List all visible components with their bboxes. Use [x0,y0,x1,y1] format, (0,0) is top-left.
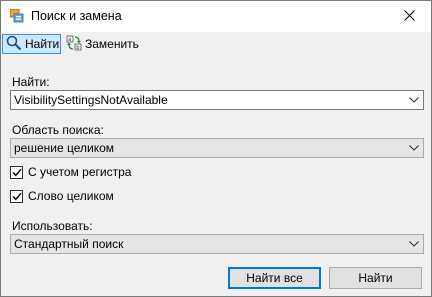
title-bar: Поиск и замена [1,1,431,32]
whole-word-checkbox[interactable] [10,189,23,203]
match-case-checkbox[interactable] [10,165,23,179]
chevron-down-icon[interactable] [405,139,423,157]
use-value: Стандартный поиск [14,237,124,251]
replace-mode-button[interactable]: a b Заменить [63,34,143,54]
svg-text:a: a [68,37,71,43]
look-in-value: решение целиком [14,141,115,155]
window-title: Поиск и замена [31,9,122,23]
match-case-option[interactable]: С учетом регистра [10,165,131,179]
replace-icon: a b [66,35,85,54]
match-case-label: С учетом регистра [28,165,132,179]
find-mode-label: Найти [25,37,60,51]
close-button[interactable] [387,1,431,32]
find-what-combobox[interactable]: VisibilitySettingsNotAvailable [10,90,424,110]
find-what-input[interactable]: VisibilitySettingsNotAvailable [14,93,405,107]
chevron-down-icon[interactable] [405,235,423,253]
look-in-select[interactable]: решение целиком [10,138,424,158]
checkmark-icon [12,168,22,176]
look-in-label: Область поиска: [12,123,104,137]
whole-word-label: Слово целиком [28,189,114,203]
svg-text:b: b [76,45,79,51]
whole-word-option[interactable]: Слово целиком [10,189,114,203]
find-replace-app-icon [9,8,24,23]
find-what-label: Найти: [12,75,50,89]
use-label: Использовать: [12,219,93,233]
replace-mode-label: Заменить [85,37,139,51]
use-select[interactable]: Стандартный поиск [10,234,424,254]
find-button[interactable]: Найти [329,267,422,289]
mode-toolbar: Найти a b Заменить [1,32,431,57]
chevron-down-icon[interactable] [405,91,423,109]
find-mode-button[interactable]: Найти [2,34,61,54]
close-icon [403,9,415,24]
find-replace-dialog: Поиск и замена Найти a b Заменить Найти:… [0,0,432,297]
checkmark-icon [12,192,22,200]
find-all-button[interactable]: Найти все [228,267,321,289]
magnifier-icon [6,35,25,54]
